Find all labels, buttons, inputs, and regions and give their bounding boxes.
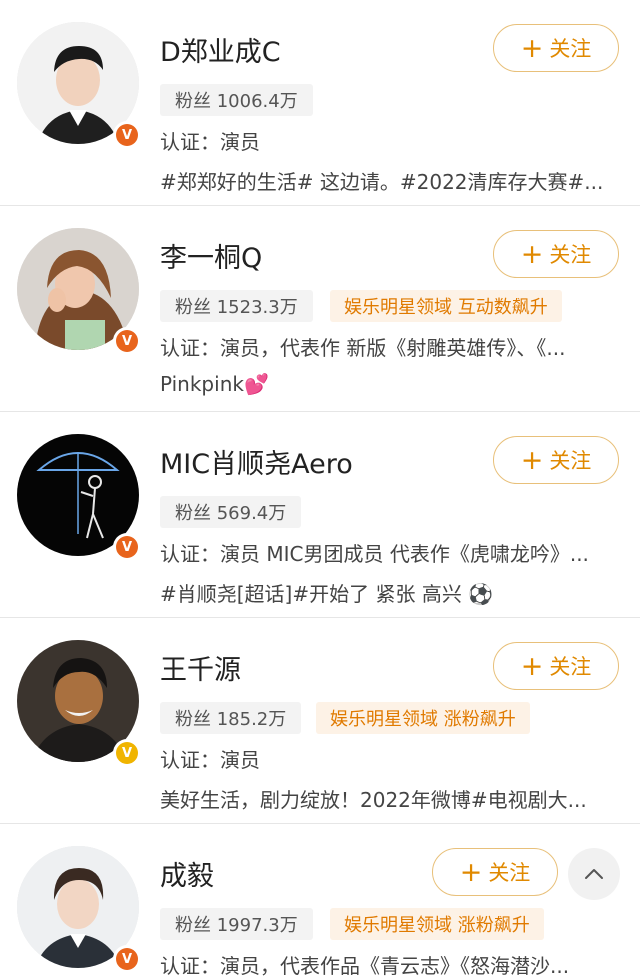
user-description: Pinkpink💕 [160,372,269,396]
follow-label: 关注 [549,243,592,267]
user-name[interactable]: D郑业成C [160,30,281,69]
verified-badge: V [113,739,141,767]
verified-v-icon: V [116,330,138,352]
follow-button[interactable]: + 关注 [493,436,619,484]
chevron-up-icon [585,869,603,879]
plus-icon: + [520,444,544,476]
follow-label: 关注 [549,37,592,61]
user-card[interactable]: V MIC肖顺尧Aero + 关注 粉丝 569.4万 认证：演员 MIC男团成… [0,412,640,618]
user-card[interactable]: V 李一桐Q + 关注 粉丝 1523.3万 娱乐明星领域 互动数飙升 认证：演… [0,206,640,412]
trend-tag: 娱乐明星领域 互动数飙升 [330,290,562,322]
verified-v-icon: V [116,742,138,764]
user-card[interactable]: V D郑业成C + 关注 粉丝 1006.4万 认证：演员 #郑郑好的生活# 这… [0,0,640,206]
user-description: #郑郑好的生活# 这边请。#2022清库存大赛#... [160,170,604,194]
verified-v-icon: V [116,536,138,558]
user-name[interactable]: 成毅 [160,854,214,893]
user-name[interactable]: 王千源 [160,648,241,687]
verification-text: 认证：演员，代表作品《青云志》《怒海潜沙... [160,954,570,978]
user-name[interactable]: MIC肖顺尧Aero [160,442,353,481]
plus-icon: + [459,856,483,888]
user-name[interactable]: 李一桐Q [160,236,262,275]
fans-count: 粉丝 1006.4万 [160,84,313,116]
user-description: 美好生活，剧力绽放！2022年微博#电视剧大... [160,788,587,812]
follow-button[interactable]: + 关注 [493,642,619,690]
verification-text: 认证：演员 MIC男团成员 代表作《虎啸龙吟》... [160,542,589,566]
trend-tag: 娱乐明星领域 涨粉飙升 [330,908,544,940]
fans-count: 粉丝 1523.3万 [160,290,313,322]
follow-button[interactable]: + 关注 [493,24,619,72]
fans-count: 粉丝 1997.3万 [160,908,313,940]
user-description: #肖顺尧[超话]#开始了 紧张 高兴 ⚽ [160,582,494,606]
verified-badge: V [113,121,141,149]
plus-icon: + [520,238,544,270]
verified-badge: V [113,533,141,561]
scroll-to-top-button[interactable] [568,848,620,900]
follow-label: 关注 [549,449,592,473]
verified-v-icon: V [116,948,138,970]
fans-count: 粉丝 185.2万 [160,702,302,734]
user-card[interactable]: V 成毅 + 关注 粉丝 1997.3万 娱乐明星领域 涨粉飙升 认证：演员，代… [0,824,640,978]
follow-button[interactable]: + 关注 [432,848,558,896]
verification-text: 认证：演员 [160,130,260,154]
follow-label: 关注 [488,861,531,885]
verified-badge: V [113,327,141,355]
plus-icon: + [520,32,544,64]
fans-count: 粉丝 569.4万 [160,496,302,528]
follow-button[interactable]: + 关注 [493,230,619,278]
user-card[interactable]: V 王千源 + 关注 粉丝 185.2万 娱乐明星领域 涨粉飙升 认证：演员 美… [0,618,640,824]
verification-text: 认证：演员 [160,748,260,772]
follow-label: 关注 [549,655,592,679]
trend-tag: 娱乐明星领域 涨粉飙升 [316,702,530,734]
verified-v-icon: V [116,124,138,146]
verified-badge: V [113,945,141,973]
plus-icon: + [520,650,544,682]
verification-text: 认证：演员，代表作 新版《射雕英雄传》、《... [160,336,566,360]
